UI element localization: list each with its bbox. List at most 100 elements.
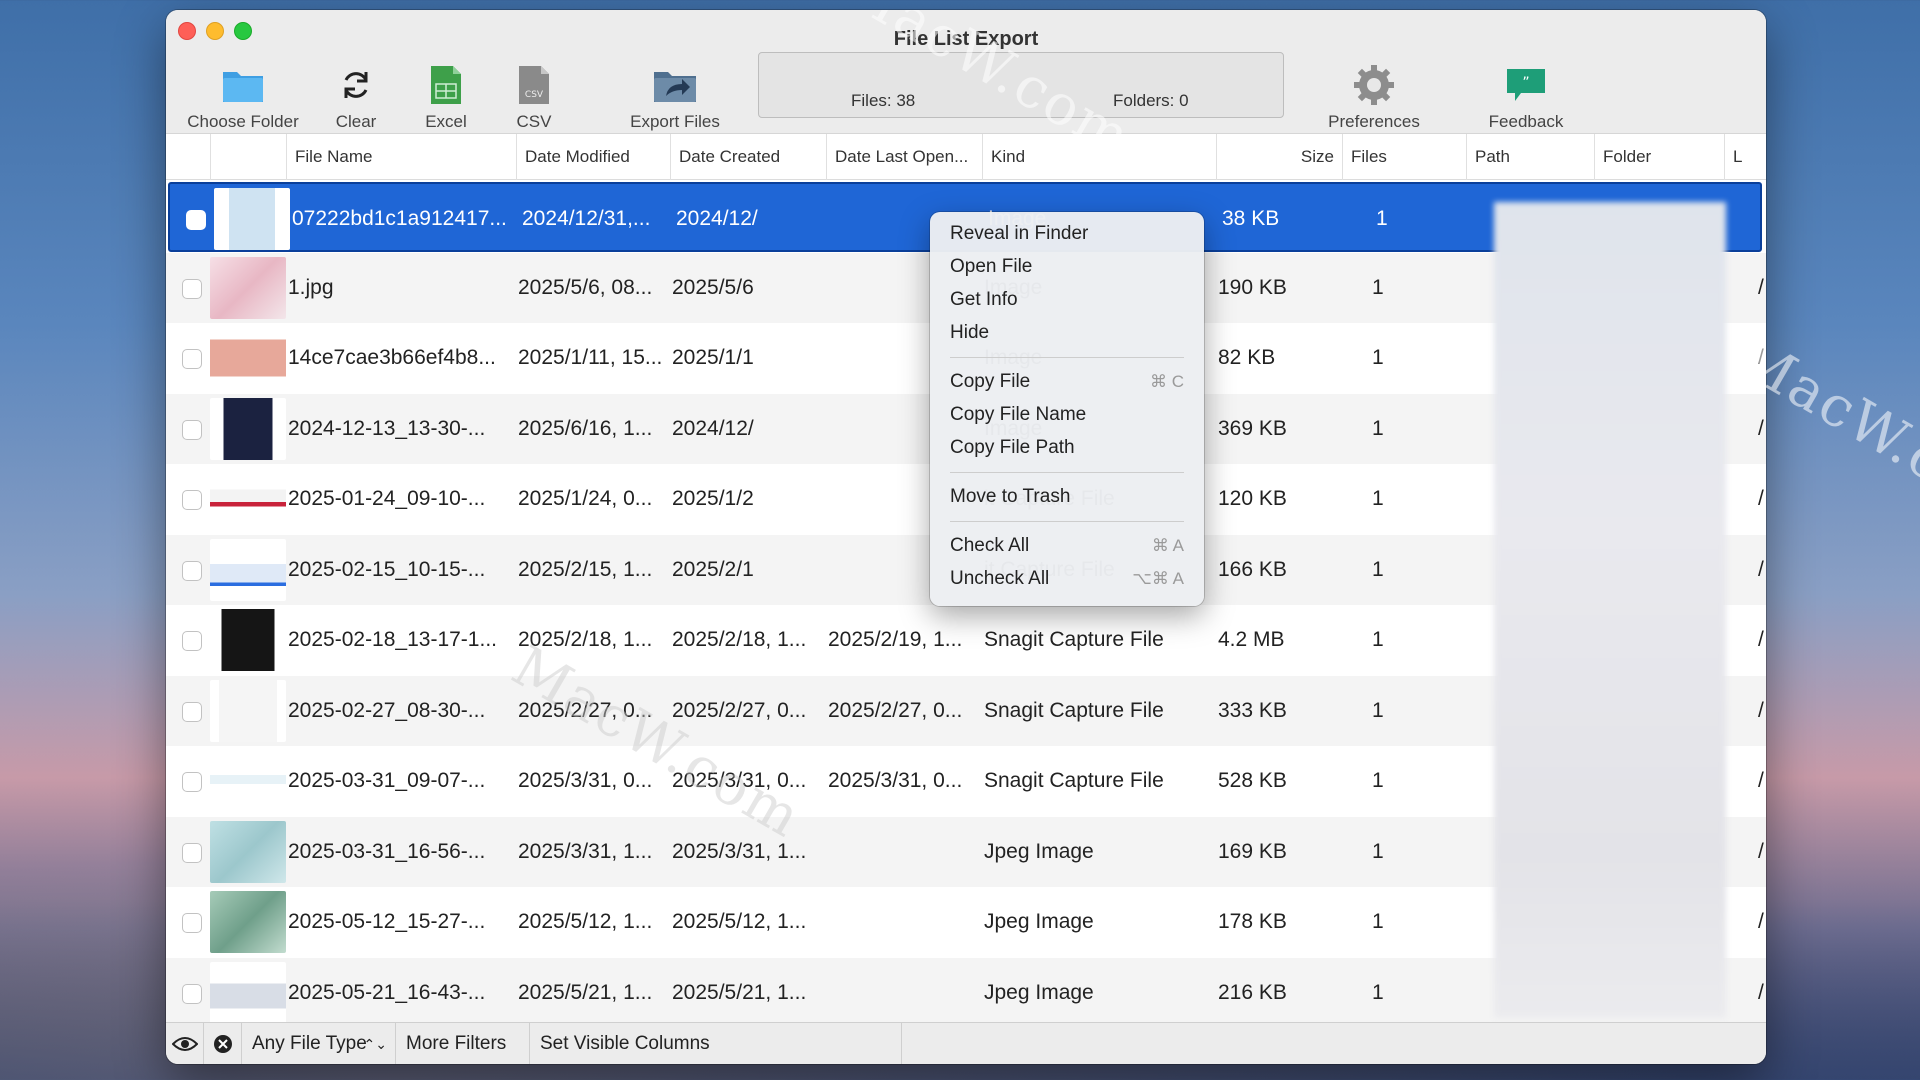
file-name-cell: 2025-01-24_09-10-... [288,487,486,510]
path-tail-cell: / [1758,557,1764,581]
folder-icon [178,62,308,108]
csv-button[interactable]: CSV CSV [494,62,574,134]
menu-open-file[interactable]: Open File [930,251,1204,283]
date-opened-cell: 2025/2/19, 1... [828,628,963,651]
check-all-shortcut: ⌘ A [1151,536,1184,555]
file-thumbnail [210,961,286,1024]
kind-cell: Snagit Capture File [984,769,1164,792]
date-opened-cell [828,958,978,1028]
files-count: Files: 38 [851,91,916,110]
menu-check-all[interactable]: Check All ⌘ A [930,530,1204,562]
size-cell: 169 KB [1218,839,1287,863]
row-checkbox[interactable] [182,701,202,722]
file-type-select[interactable]: Any File Type ⌃⌄ [242,1023,396,1064]
column-date-modified[interactable]: Date Modified [516,134,670,180]
menu-uncheck-all[interactable]: Uncheck All ⌥⌘ A [930,563,1204,595]
context-menu: Reveal in Finder Open File Get Info Hide… [930,212,1204,606]
row-checkbox[interactable] [182,560,202,581]
column-folder[interactable]: Folder [1594,134,1724,180]
path-tail-cell: / [1758,839,1764,863]
eye-button[interactable] [166,1023,204,1064]
row-checkbox[interactable] [182,631,202,651]
export-files-button[interactable]: Export Files [610,62,740,134]
date-created-cell: 2025/5/12, 1... [672,910,807,933]
feedback-label: Feedback [1488,112,1564,131]
date-modified-cell: 2025/5/12, 1... [518,910,653,933]
files-count-cell: 1 [1372,416,1384,440]
kind-cell: Jpeg Image [984,839,1094,863]
menu-copy-file-path[interactable]: Copy File Path [930,432,1204,464]
row-checkbox[interactable] [182,419,202,440]
menu-copy-file[interactable]: Copy File ⌘ C [930,366,1204,398]
clear-button[interactable]: Clear [316,62,396,134]
column-date-last-opened[interactable]: Date Last Open... [826,134,982,180]
size-cell: 369 KB [1218,416,1287,440]
feedback-button[interactable]: ” Feedback [1456,62,1596,134]
export-files-label: Export Files [630,112,720,131]
path-tail-cell: / [1758,628,1764,651]
file-thumbnail [210,679,286,742]
menu-get-info[interactable]: Get Info [930,284,1204,316]
date-created-cell: 2025/5/21, 1... [672,980,807,1004]
date-modified-cell: 2025/1/11, 15... [518,346,663,369]
files-count-cell: 1 [1372,839,1384,863]
preferences-button[interactable]: Preferences [1304,62,1444,134]
row-checkbox[interactable] [182,842,202,863]
row-checkbox[interactable] [182,490,202,510]
file-name-cell: 2025-03-31_16-56-... [288,839,486,863]
size-cell: 190 KB [1218,275,1287,299]
path-tail-cell: / [1758,910,1764,933]
column-file-name[interactable]: File Name [286,134,516,180]
column-path[interactable]: Path [1466,134,1594,180]
kind-cell: Jpeg Image [984,980,1094,1004]
column-last[interactable]: L [1724,134,1766,180]
menu-copy-file-name[interactable]: Copy File Name [930,399,1204,431]
row-checkbox[interactable] [182,983,202,1004]
files-count-cell: 1 [1372,698,1384,722]
blurred-path-area [1494,202,1726,1018]
row-checkbox[interactable] [182,772,202,792]
size-cell: 178 KB [1218,910,1287,933]
date-opened-cell [828,817,978,887]
refresh-icon [316,62,396,108]
menu-reveal-in-finder[interactable]: Reveal in Finder [930,218,1204,250]
excel-button[interactable]: Excel [406,62,486,134]
size-cell: 166 KB [1218,557,1287,581]
file-thumbnail [210,891,286,953]
file-thumbnail [210,609,286,671]
menu-hide[interactable]: Hide [930,317,1204,349]
file-name-cell: 1.jpg [288,275,334,299]
menu-move-to-trash[interactable]: Move to Trash [930,481,1204,513]
size-cell: 38 KB [1222,207,1280,230]
more-filters-button[interactable]: More Filters [396,1023,530,1064]
size-cell: 333 KB [1218,698,1287,722]
files-count-cell: 1 [1372,557,1384,581]
path-tail-cell: / [1758,275,1764,299]
date-created-cell: 2025/5/6 [672,275,754,299]
file-name-cell: 2024-12-13_13-30-... [288,416,486,440]
date-modified-cell: 2025/3/31, 1... [518,839,653,863]
column-checkbox [166,134,210,180]
column-files[interactable]: Files [1342,134,1466,180]
export-folder-icon [610,62,740,108]
file-thumbnail [210,750,286,812]
row-checkbox[interactable] [182,349,202,369]
size-cell: 528 KB [1218,769,1287,792]
row-checkbox[interactable] [182,278,202,299]
date-created-cell: 2024/12/ [676,207,758,230]
date-opened-cell: 2025/3/31, 0... [828,769,963,792]
row-checkbox[interactable] [182,913,202,933]
file-name-cell: 07222bd1c1a912417... [292,207,507,230]
app-window: File List Export Choose Folder Clear Exc… [166,10,1766,1064]
menu-separator [950,521,1184,522]
column-size[interactable]: Size [1216,134,1342,180]
clear-filter-button[interactable] [204,1023,242,1064]
file-name-cell: 2025-02-15_10-15-... [288,557,486,581]
column-date-created[interactable]: Date Created [670,134,826,180]
choose-folder-button[interactable]: Choose Folder [178,62,308,134]
menu-separator [950,357,1184,358]
row-checkbox[interactable] [186,210,206,230]
set-visible-columns-button[interactable]: Set Visible Columns [530,1023,902,1064]
file-type-value: Any File Type [252,1033,367,1054]
file-thumbnail [210,397,286,460]
